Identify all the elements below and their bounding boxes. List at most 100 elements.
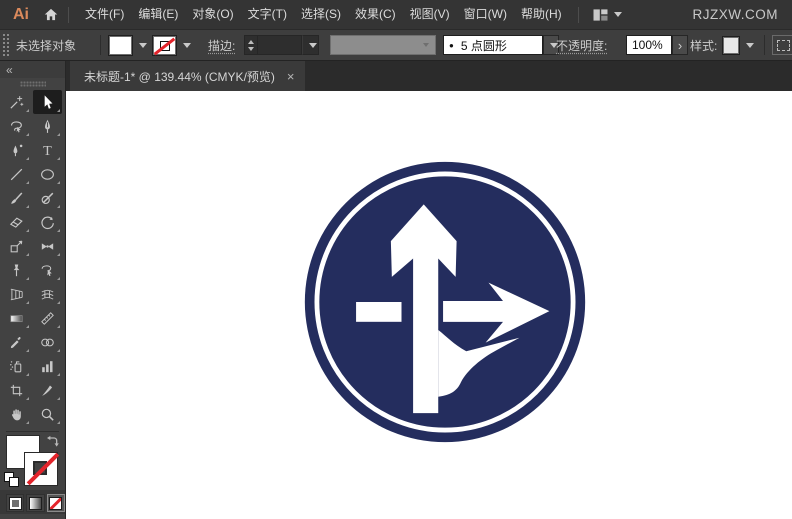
chevron-down-icon[interactable] (302, 35, 319, 55)
tools-panel-header[interactable]: « (0, 61, 65, 78)
stroke-none-swatch[interactable] (152, 34, 177, 56)
menu-edit[interactable]: 编辑(E) (131, 0, 185, 29)
menu-object[interactable]: 对象(O) (185, 0, 240, 29)
left-road-bar (356, 302, 402, 322)
workspace-switcher[interactable] (592, 8, 622, 22)
blend-tool[interactable] (33, 330, 62, 354)
shaper-tool[interactable] (33, 186, 62, 210)
brush-preview-icon: ● (449, 40, 454, 50)
step-down-icon[interactable] (248, 46, 254, 51)
eyedropper-tool[interactable] (2, 330, 31, 354)
style-control[interactable] (722, 30, 755, 60)
tools-grid: T (0, 90, 65, 426)
none-slash-icon (26, 452, 60, 486)
straight-or-right-turn-sign[interactable] (300, 157, 590, 447)
measure-tool[interactable] (33, 306, 62, 330)
menu-help[interactable]: 帮助(H) (514, 0, 569, 29)
type-tool[interactable]: T (33, 138, 62, 162)
panel-grip[interactable] (2, 33, 9, 57)
menu-window[interactable]: 窗口(W) (457, 0, 514, 29)
control-bar: 未选择对象 描边: ● 5 点圆形 不透明度: 100% › 样式: (0, 29, 792, 61)
paintbrush-tool[interactable] (2, 186, 31, 210)
chevron-down-icon[interactable] (177, 36, 192, 55)
opacity-field[interactable]: 100% (626, 35, 672, 55)
zoom-tool[interactable] (33, 402, 62, 426)
hand-tool[interactable] (2, 402, 31, 426)
gradient-button[interactable] (26, 494, 45, 512)
width-profile-dropdown (330, 30, 436, 60)
chevron-down-icon[interactable] (133, 36, 148, 55)
watermark-text: RJZXW.COM (692, 7, 778, 22)
mesh-tool[interactable] (33, 282, 62, 306)
opacity-more-button[interactable]: › (672, 35, 688, 55)
gradient-tool[interactable] (2, 306, 31, 330)
opacity-panel-link[interactable]: 不透明度: (556, 30, 607, 60)
divider (68, 6, 69, 23)
perspective-grid-tool[interactable] (2, 282, 31, 306)
stroke-color-control[interactable] (152, 30, 192, 60)
document-tab[interactable]: 未标题-1* @ 139.44% (CMYK/预览) × (70, 61, 305, 91)
line-segment-tool[interactable] (2, 162, 31, 186)
fill-stroke-indicator (0, 432, 65, 488)
document-title: 未标题-1* @ 139.44% (CMYK/预览) (84, 69, 275, 84)
perspective-selection-tool[interactable] (33, 258, 62, 282)
document-setup-button[interactable] (772, 30, 792, 60)
magic-wand-tool[interactable] (2, 90, 31, 114)
divider (764, 35, 765, 55)
style-label: 样式: (690, 38, 718, 53)
eraser-tool[interactable] (2, 210, 31, 234)
none-button[interactable] (46, 494, 65, 512)
brush-field[interactable]: ● 5 点圆形 (443, 35, 543, 55)
brush-definition-control[interactable]: ● 5 点圆形 (443, 30, 559, 60)
style-swatch[interactable] (722, 35, 740, 55)
stroke-color-swatch[interactable] (24, 452, 60, 486)
artboard-tool[interactable] (2, 378, 31, 402)
ai-logo[interactable]: Ai (13, 6, 29, 24)
chevron-down-icon (423, 43, 429, 47)
column-graph-tool[interactable] (33, 354, 62, 378)
fill-swatch[interactable] (108, 34, 133, 56)
pen-tool[interactable] (33, 114, 62, 138)
default-fill-stroke-icon[interactable] (4, 472, 19, 487)
step-up-icon[interactable] (248, 39, 254, 44)
menu-effect[interactable]: 效果(C) (348, 0, 403, 29)
divider (100, 35, 101, 55)
chevron-down-icon (613, 12, 622, 17)
stroke-panel-link[interactable]: 描边: (208, 30, 235, 60)
workspace-icon (593, 8, 608, 21)
fill-color-control[interactable] (108, 30, 148, 60)
slice-tool[interactable] (33, 378, 62, 402)
home-icon[interactable] (43, 7, 59, 22)
document-tab-bar: 未标题-1* @ 139.44% (CMYK/预览) × (66, 61, 792, 91)
svg-text:T: T (43, 143, 52, 159)
opacity-control[interactable]: 100% › (626, 30, 688, 60)
scale-tool[interactable] (2, 234, 31, 258)
brush-name: 5 点圆形 (460, 38, 507, 53)
menu-view[interactable]: 视图(V) (403, 0, 457, 29)
menu-file[interactable]: 文件(F) (78, 0, 131, 29)
menu-type[interactable]: 文字(T) (241, 0, 294, 29)
selection-tool[interactable] (32, 90, 62, 114)
width-tool[interactable] (33, 234, 62, 258)
artboard-canvas[interactable] (66, 91, 792, 519)
menu-select[interactable]: 选择(S) (294, 0, 348, 29)
symbol-sprayer-tool[interactable] (2, 354, 31, 378)
rotate-tool[interactable] (33, 210, 62, 234)
stroke-weight-field[interactable] (257, 35, 302, 55)
tools-panel-grip[interactable] (0, 78, 65, 90)
menu-bar: Ai 文件(F) 编辑(E) 对象(O) 文字(T) 选择(S) 效果(C) 视… (0, 0, 792, 29)
puppet-warp-tool[interactable] (2, 258, 31, 282)
chevron-down-icon[interactable] (740, 36, 755, 55)
paint-mode-buttons (0, 490, 65, 514)
stroke-weight-stepper[interactable] (244, 35, 257, 55)
illustrator-window: Ai 文件(F) 编辑(E) 对象(O) 文字(T) 选择(S) 效果(C) 视… (0, 0, 792, 519)
stroke-weight-control[interactable] (244, 30, 319, 60)
close-tab-icon[interactable]: × (287, 69, 295, 84)
divider (577, 6, 579, 23)
tools-panel: « T (0, 61, 66, 519)
ellipse-tool[interactable] (33, 162, 62, 186)
collapse-panel-icon[interactable]: « (6, 63, 13, 77)
curvature-tool[interactable] (2, 138, 31, 162)
color-button[interactable] (6, 494, 25, 512)
lasso-tool[interactable] (2, 114, 31, 138)
